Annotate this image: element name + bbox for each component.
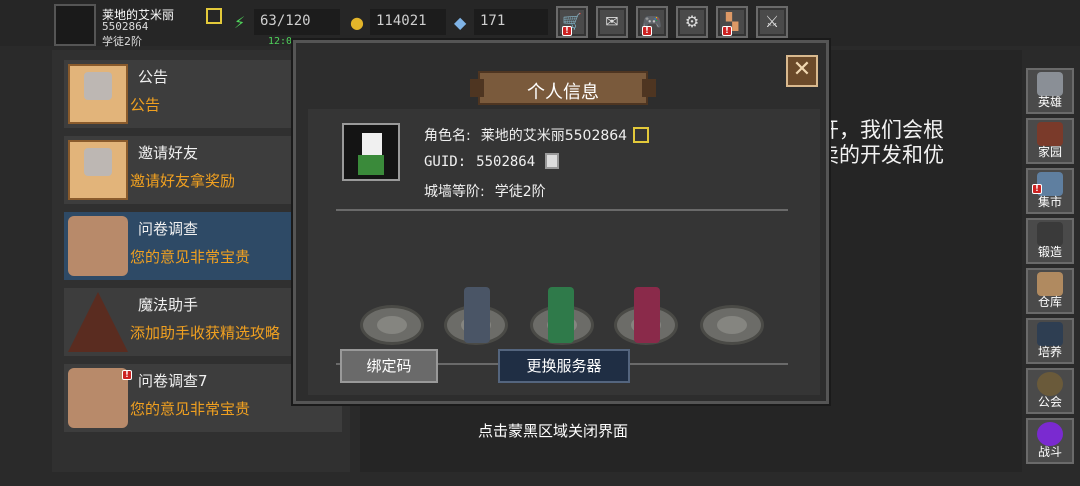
rank-row: 城墙等阶: 学徒2阶: [424, 184, 546, 200]
close-icon: ✕: [792, 57, 812, 82]
rank-value: 学徒2阶: [494, 184, 546, 200]
player-id: 5502864: [102, 20, 149, 33]
background-article: 开，我们会根 卖的开发和优 ！: [818, 118, 944, 192]
gold-counter: ● 114021: [350, 9, 446, 35]
shop-cart-button[interactable]: 🛒 !: [556, 6, 588, 38]
settings-button[interactable]: ⚙: [676, 6, 708, 38]
name-row: 角色名: 莱地的艾米丽5502864: [424, 125, 650, 145]
gem-icon: ◆: [454, 13, 467, 32]
alert-badge-icon: !: [642, 26, 652, 36]
energy-icon: ⚡: [234, 13, 246, 32]
bind-code-button[interactable]: 绑定码: [340, 349, 438, 383]
mail-icon: ✉: [605, 12, 619, 31]
edit-name-icon[interactable]: [633, 127, 650, 143]
alert-badge-icon: !: [562, 26, 572, 36]
side-menu-home[interactable]: 家园: [1026, 118, 1074, 164]
dialog-title: 个人信息: [527, 82, 599, 103]
side-menu-forge[interactable]: 锻造: [1026, 218, 1074, 264]
crossed-swords-button[interactable]: ⚔: [756, 6, 788, 38]
envelope-icon: [68, 64, 128, 124]
mail-button[interactable]: ✉: [596, 6, 628, 38]
side-menu-heroes[interactable]: 英雄: [1026, 68, 1074, 114]
hero-slot-empty[interactable]: [360, 305, 424, 345]
alert-badge-icon: !: [722, 26, 732, 36]
side-menu-guild[interactable]: 公会: [1026, 368, 1074, 414]
side-menu-market[interactable]: ! 集市: [1026, 168, 1074, 214]
alert-badge-icon: !: [122, 370, 132, 380]
wizard-hat-icon: [68, 292, 128, 352]
gear-icon: ⚙: [684, 12, 700, 31]
copy-icon[interactable]: [545, 153, 560, 169]
gold-coin-icon: ●: [350, 13, 364, 32]
profile-dialog: 个人信息 ✕ 角色名: 莱地的艾米丽5502864 GUID: 5502864 城墙…: [293, 40, 829, 404]
gem-counter: ◆ 171: [454, 9, 548, 35]
mage-hero-icon: [634, 287, 660, 343]
guid-row: GUID: 5502864: [424, 153, 560, 170]
side-menu-battle[interactable]: 战斗: [1026, 418, 1074, 464]
energy-timer: 12:0: [268, 36, 293, 47]
energy-counter: ⚡ 63/120: [234, 9, 340, 35]
guid-value: 5502864: [476, 154, 536, 170]
crossed-swords-icon: ⚔: [764, 12, 780, 31]
player-rank: 学徒2阶: [102, 35, 142, 48]
side-menu-warehouse[interactable]: 仓库: [1026, 268, 1074, 314]
ranking-button[interactable]: ▚ !: [716, 6, 748, 38]
switch-server-button[interactable]: 更换服务器: [498, 349, 630, 383]
envelope-icon: [68, 140, 128, 200]
gamepad-button[interactable]: 🎮 !: [636, 6, 668, 38]
close-button[interactable]: ✕: [786, 55, 818, 87]
edit-name-icon[interactable]: [206, 8, 222, 24]
character-name: 莱地的艾米丽5502864: [480, 128, 628, 144]
character-portrait: [342, 123, 400, 181]
elf-archer-hero-icon: [548, 287, 574, 343]
survey-creature-icon: [68, 368, 128, 428]
side-menu-training[interactable]: 培养: [1026, 318, 1074, 364]
warrior-hero-icon: [464, 287, 490, 343]
hero-slot-empty[interactable]: [700, 305, 764, 345]
survey-creature-icon: [68, 216, 128, 276]
player-avatar[interactable]: [54, 4, 96, 46]
divider: [336, 209, 788, 211]
dialog-title-banner: 个人信息: [470, 71, 656, 105]
close-hint: 点击蒙黑区域关闭界面: [478, 422, 629, 440]
